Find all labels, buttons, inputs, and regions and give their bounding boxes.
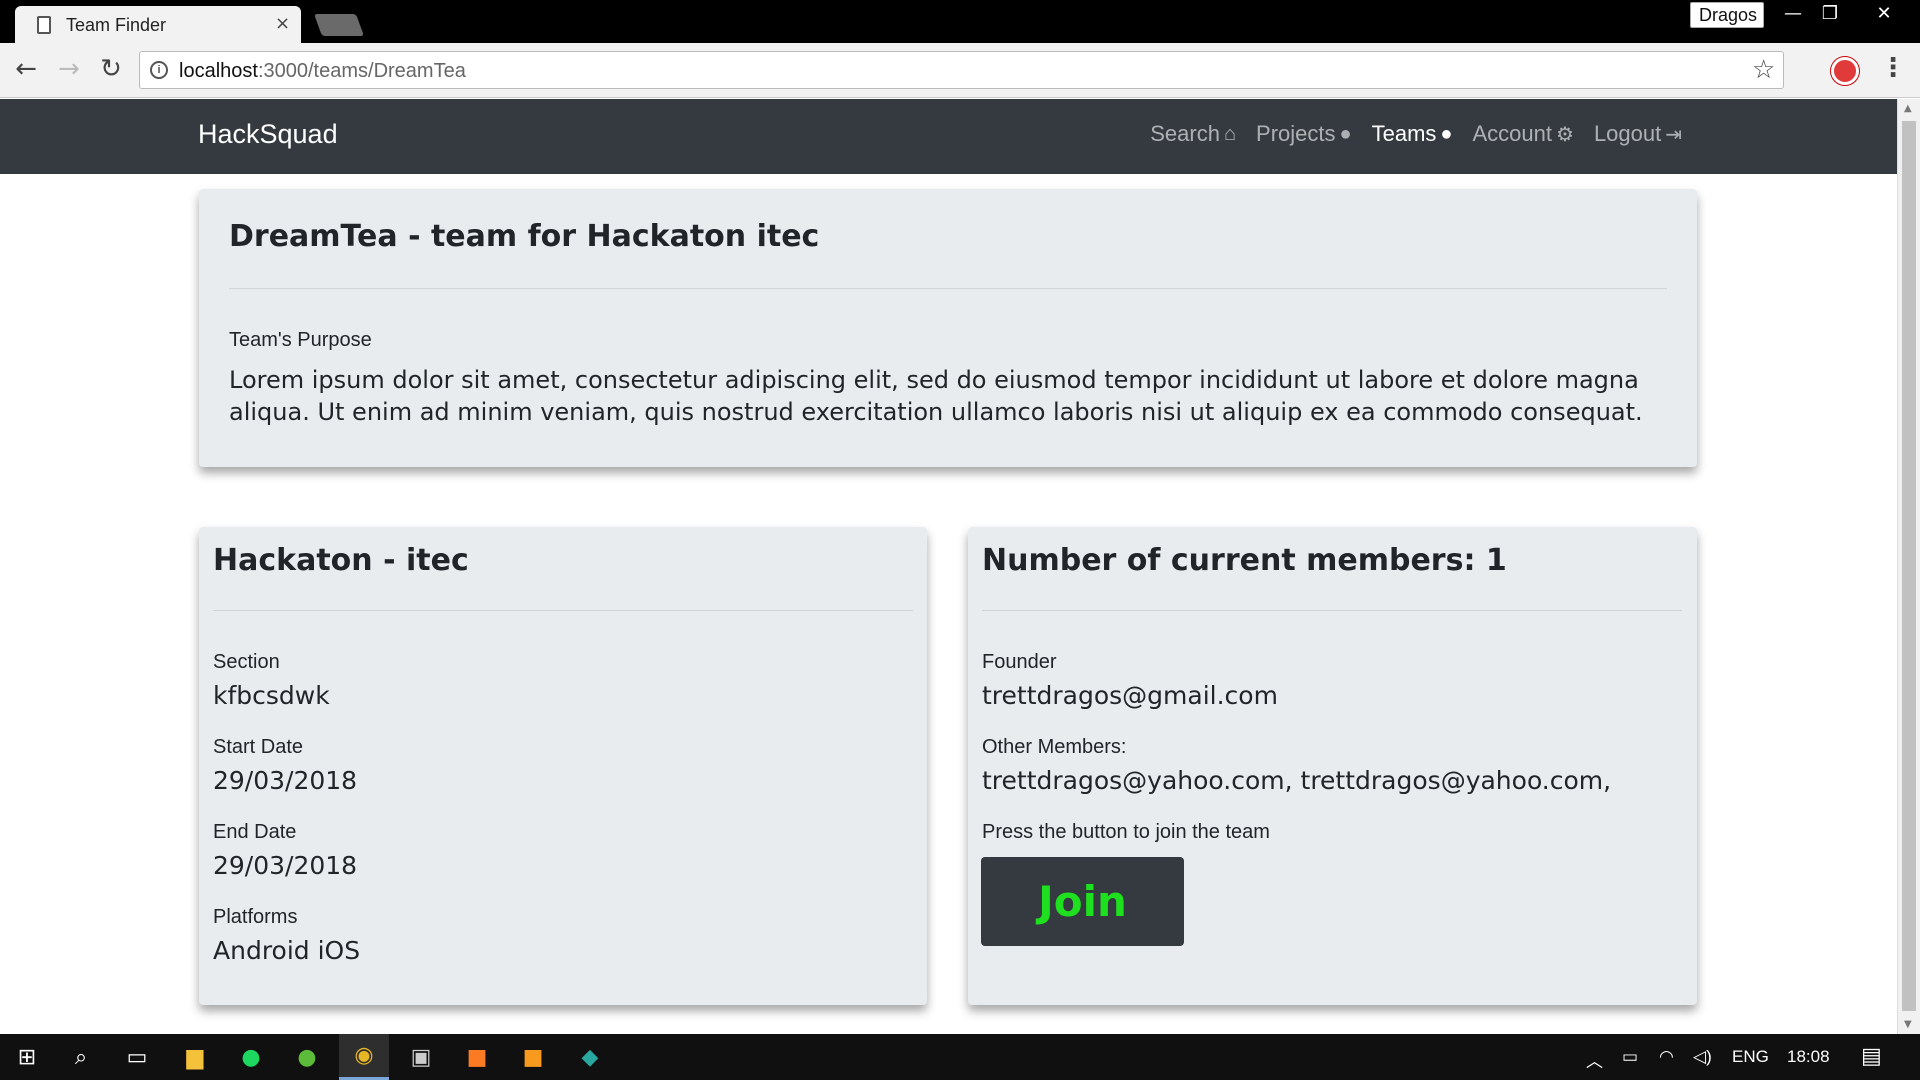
url-text[interactable]: localhost:3000/teams/DreamTea — [179, 60, 466, 83]
sign-out-icon: ⇥ — [1665, 123, 1682, 146]
minimize-button[interactable]: — — [1775, 0, 1811, 30]
scroll-down-icon[interactable]: ▼ — [1904, 1019, 1912, 1030]
bookmark-star-icon[interactable]: ☆ — [1752, 55, 1775, 85]
members-title: Number of current members: 1 — [982, 543, 1507, 578]
scroll-up-icon[interactable]: ▲ — [1904, 103, 1912, 114]
other-members-label: Other Members: — [982, 736, 1127, 758]
tab-title: Team Finder — [66, 15, 167, 35]
reload-icon[interactable]: ↻ — [94, 53, 128, 87]
gears-icon: ⚙ — [1556, 123, 1574, 146]
hackaton-title: Hackaton - itec — [213, 543, 469, 578]
forward-icon[interactable]: → — [52, 53, 86, 87]
platforms-label: Platforms — [213, 906, 298, 928]
team-title: DreamTea - team for Hackaton itec — [229, 219, 820, 254]
join-hint: Press the button to join the team — [982, 821, 1270, 843]
founder-value: trettdragos@gmail.com — [982, 681, 1278, 710]
nav-links: Search ⌂ Projects ● Teams ● Account ⚙ Logout… — [1150, 121, 1682, 147]
founder-label: Founder — [982, 651, 1057, 673]
task-view-icon[interactable]: ▭ — [112, 1034, 162, 1080]
app-icon[interactable]: ◆ — [565, 1034, 615, 1080]
purpose-text: Lorem ipsum dolor sit amet, consectetur … — [229, 366, 1643, 426]
browser-toolbar: ← → ↻ i localhost:3000/teams/DreamTea ☆ … — [0, 43, 1920, 98]
nav-search[interactable]: Search ⌂ — [1150, 121, 1236, 147]
join-button[interactable]: Join — [981, 857, 1184, 946]
user-icon: ● — [1440, 122, 1453, 145]
spotify-icon[interactable]: ● — [226, 1034, 276, 1080]
members-card: Number of current members: 1 Founder tre… — [968, 527, 1697, 1005]
close-window-button[interactable]: ✕ — [1866, 0, 1902, 30]
restore-button[interactable]: ❐ — [1812, 0, 1848, 30]
nav-logout[interactable]: Logout ⇥ — [1594, 121, 1682, 147]
section-label: Section — [213, 651, 280, 673]
file-explorer-icon[interactable]: ▆ — [170, 1034, 220, 1080]
end-date-label: End Date — [213, 821, 297, 843]
page-icon — [37, 16, 51, 34]
sublime-text-icon[interactable]: ■ — [508, 1034, 558, 1080]
purpose-label: Team's Purpose — [229, 329, 372, 351]
terminal-icon[interactable]: ▣ — [396, 1034, 446, 1080]
info-icon[interactable]: i — [150, 61, 168, 79]
page-viewport: HackSquad Search ⌂ Projects ● Teams ● Accou… — [0, 99, 1897, 1034]
search-icon[interactable]: ⌕ — [56, 1034, 106, 1080]
windows-start-icon[interactable]: ⊞ — [2, 1034, 52, 1080]
volume-icon[interactable]: ◁) — [1693, 1047, 1712, 1067]
notifications-icon[interactable]: ▤ — [1861, 1043, 1882, 1069]
extension-icon[interactable] — [1831, 57, 1859, 85]
hackaton-card: Hackaton - itec Section kfbcsdwk Start D… — [199, 527, 927, 1005]
other-members-value: trettdragos@yahoo.com, trettdragos@yahoo… — [982, 766, 1612, 795]
brand-link[interactable]: HackSquad — [198, 119, 338, 150]
home-icon: ⌂ — [1223, 122, 1237, 145]
start-date-value: 29/03/2018 — [213, 766, 358, 795]
page-scrollbar[interactable]: ▲ ▼ — [1897, 99, 1920, 1034]
profile-button[interactable]: Dragos — [1690, 2, 1764, 28]
browser-titlebar: Team Finder × Dragos — ❐ ✕ — [0, 0, 1920, 43]
tray-chevron-icon[interactable]: ︿ — [1586, 1047, 1603, 1072]
close-tab-icon[interactable]: × — [275, 13, 290, 34]
section-value: kfbcsdwk — [213, 681, 330, 710]
address-bar[interactable]: i localhost:3000/teams/DreamTea ☆ — [139, 51, 1784, 89]
user-icon: ● — [1339, 122, 1352, 145]
site-navbar: HackSquad Search ⌂ Projects ● Teams ● Accou… — [0, 99, 1897, 174]
back-icon[interactable]: ← — [9, 53, 43, 87]
battery-icon[interactable]: ▭ — [1622, 1047, 1638, 1067]
team-card: DreamTea - team for Hackaton itec Team's… — [199, 189, 1697, 467]
nav-teams[interactable]: Teams ● — [1372, 121, 1453, 147]
nav-projects[interactable]: Projects ● — [1256, 121, 1352, 147]
language-indicator[interactable]: ENG — [1732, 1047, 1769, 1067]
browser-tab[interactable]: Team Finder × — [15, 6, 301, 43]
end-date-value: 29/03/2018 — [213, 851, 358, 880]
taskbar: ⊞ ⌕ ▭ ▆ ● ● ◉ ▣ ■ ■ ◆ ︿ ▭ ◠ ◁) ENG 18:08… — [0, 1034, 1920, 1080]
nav-account[interactable]: Account ⚙ — [1473, 121, 1574, 147]
xampp-icon[interactable]: ■ — [452, 1034, 502, 1080]
utorrent-icon[interactable]: ● — [282, 1034, 332, 1080]
platforms-value: Android iOS — [213, 936, 361, 965]
wifi-icon[interactable]: ◠ — [1659, 1047, 1674, 1067]
new-tab-button[interactable] — [313, 14, 365, 36]
clock[interactable]: 18:08 — [1787, 1047, 1830, 1067]
chrome-icon[interactable]: ◉ — [339, 1034, 389, 1080]
start-date-label: Start Date — [213, 736, 304, 758]
browser-menu-icon[interactable]: ⋮ — [1880, 53, 1906, 83]
profile-name: Dragos — [1699, 5, 1758, 25]
scroll-thumb[interactable] — [1902, 121, 1916, 1011]
